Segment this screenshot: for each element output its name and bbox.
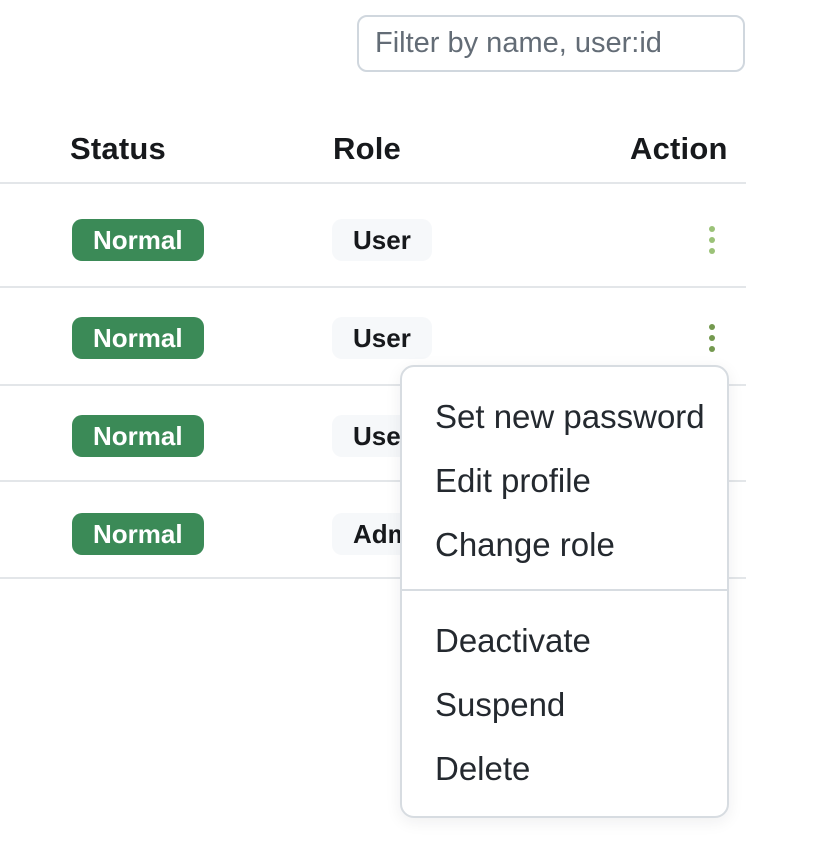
row-actions-kebab-icon[interactable] — [697, 310, 727, 366]
menu-item-delete[interactable]: Delete — [402, 737, 727, 801]
row-actions-context-menu: Set new password Edit profile Change rol… — [400, 365, 729, 818]
column-header-status: Status — [70, 131, 166, 167]
menu-item-change-role[interactable]: Change role — [402, 513, 727, 577]
filter-input[interactable] — [357, 15, 745, 72]
status-badge: Normal — [72, 317, 204, 359]
role-badge: User — [332, 317, 432, 359]
menu-item-set-new-password[interactable]: Set new password — [402, 385, 727, 449]
kebab-dot — [709, 237, 715, 243]
column-header-role: Role — [333, 131, 401, 167]
table-row: Normal User — [0, 192, 746, 288]
kebab-dot — [709, 324, 715, 330]
status-badge: Normal — [72, 219, 204, 261]
kebab-dot — [709, 346, 715, 352]
header-divider — [0, 182, 746, 184]
row-actions-kebab-icon[interactable] — [697, 212, 727, 268]
kebab-dot — [709, 226, 715, 232]
menu-item-deactivate[interactable]: Deactivate — [402, 609, 727, 673]
role-badge: User — [332, 219, 432, 261]
status-badge: Normal — [72, 513, 204, 555]
status-badge: Normal — [72, 415, 204, 457]
menu-group-account: Set new password Edit profile Change rol… — [402, 367, 727, 589]
menu-group-danger: Deactivate Suspend Delete — [402, 589, 727, 815]
kebab-dot — [709, 335, 715, 341]
menu-item-edit-profile[interactable]: Edit profile — [402, 449, 727, 513]
user-management-page: Status Role Action Normal User Normal Us… — [0, 0, 838, 850]
menu-item-suspend[interactable]: Suspend — [402, 673, 727, 737]
kebab-dot — [709, 248, 715, 254]
column-header-action: Action — [630, 131, 728, 167]
